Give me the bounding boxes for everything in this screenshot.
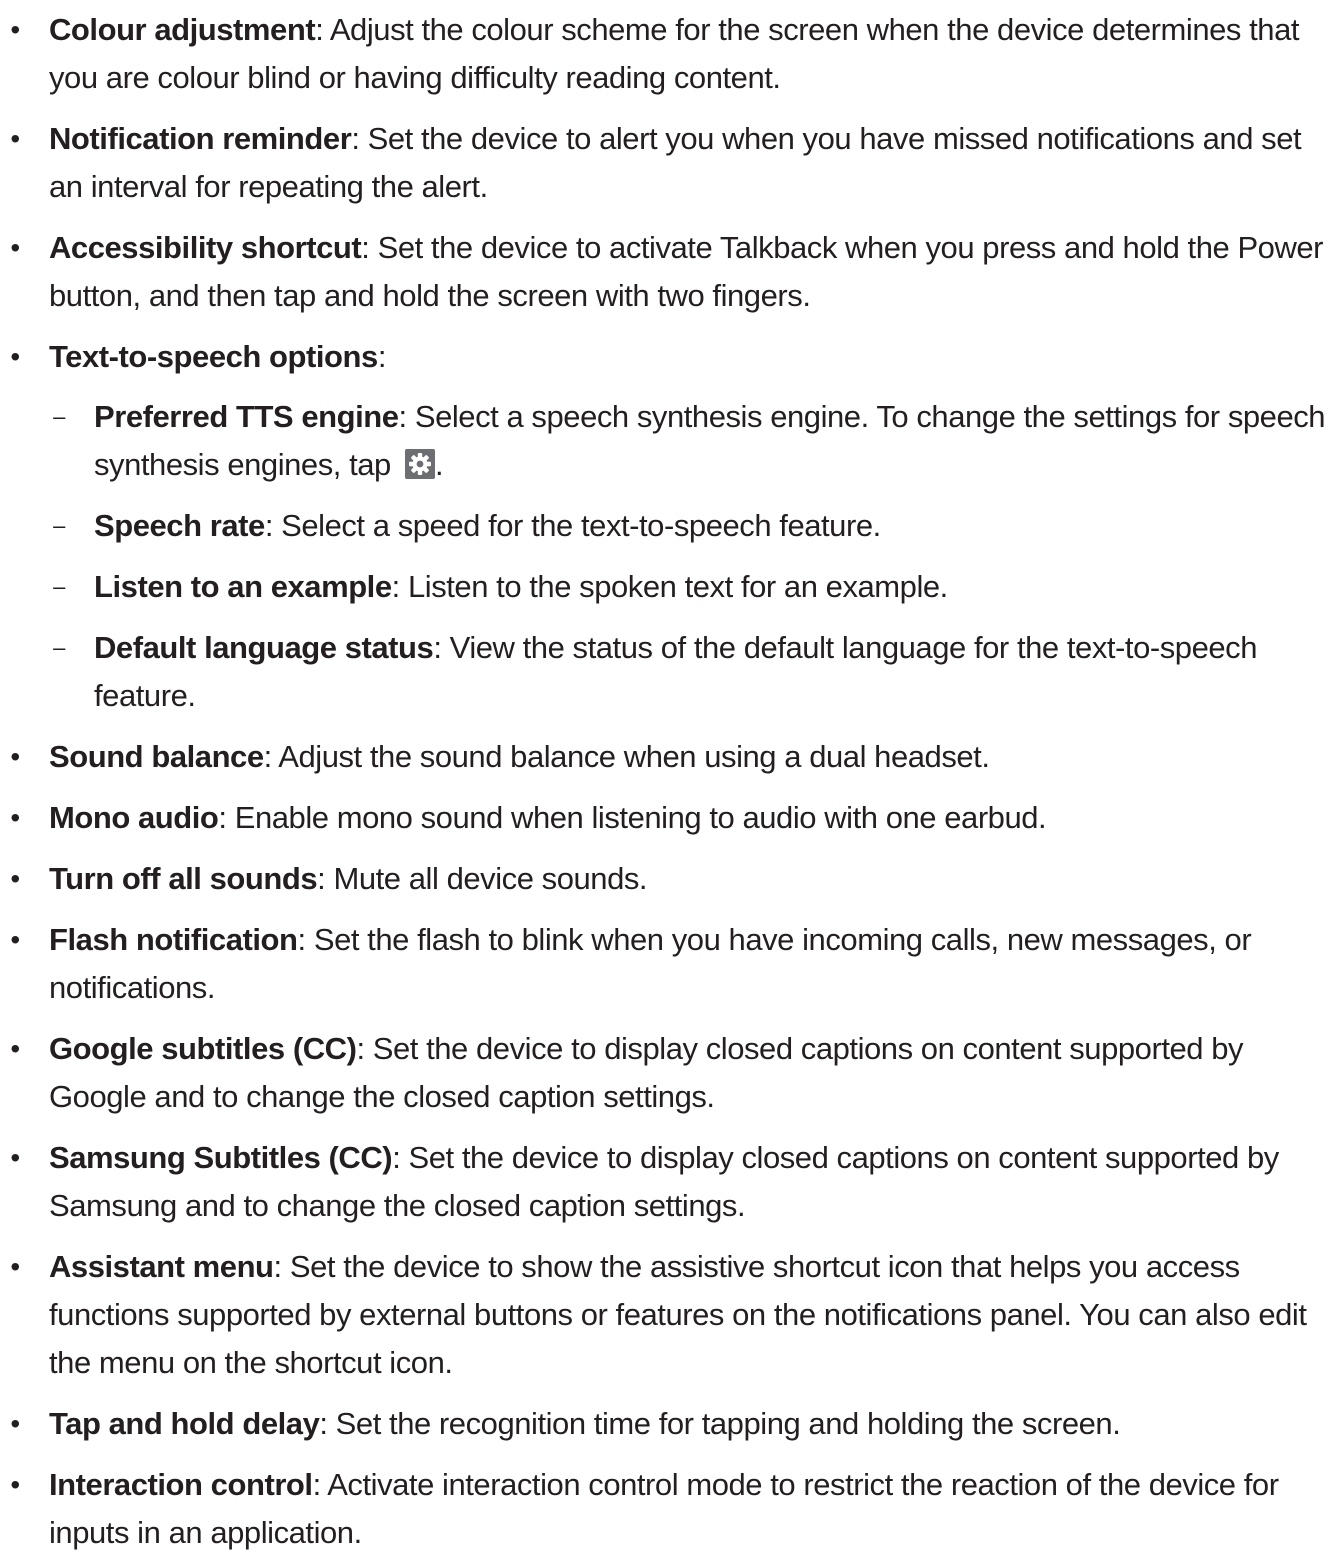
- dash: –: [53, 574, 65, 599]
- list-item-assistant-menu: • Assistant menu: Set the device to show…: [0, 1243, 1336, 1387]
- item-description: : Mute all device sounds.: [317, 861, 648, 896]
- bullet: •: [10, 1469, 20, 1500]
- bullet: •: [10, 1033, 20, 1064]
- list-item-tap-and-hold-delay: • Tap and hold delay: Set the recognitio…: [0, 1400, 1336, 1448]
- item-term: Colour adjustment: [49, 12, 316, 47]
- list-item-notification-reminder: • Notification reminder: Set the device …: [0, 115, 1336, 211]
- bullet: •: [10, 14, 20, 45]
- item-term: Google subtitles (CC): [49, 1031, 357, 1066]
- item-description: : Set the recognition time for tapping a…: [319, 1406, 1121, 1441]
- settings-gear-icon: [405, 445, 436, 479]
- item-term: Sound balance: [49, 739, 264, 774]
- list-item-google-subtitles: • Google subtitles (CC): Set the device …: [0, 1025, 1336, 1121]
- list-item-flash-notification: • Flash notification: Set the flash to b…: [0, 916, 1336, 1012]
- item-term: Tap and hold delay: [49, 1406, 320, 1441]
- item-term: Interaction control: [49, 1467, 313, 1502]
- bullet: •: [10, 741, 20, 772]
- subitem-default-language-status: – Default language status: View the stat…: [49, 624, 1336, 720]
- item-description: : Enable mono sound when listening to au…: [218, 800, 1047, 835]
- list-item-mono-audio: • Mono audio: Enable mono sound when lis…: [0, 794, 1336, 842]
- tts-sublist: – Preferred TTS engine: Select a speech …: [49, 393, 1336, 720]
- item-term: Notification reminder: [49, 121, 352, 156]
- list-item-samsung-subtitles: • Samsung Subtitles (CC): Set the device…: [0, 1134, 1336, 1230]
- item-term: Assistant menu: [49, 1249, 274, 1284]
- item-description: : Adjust the sound balance when using a …: [263, 739, 990, 774]
- subitem-listen-to-an-example: – Listen to an example: Listen to the sp…: [49, 563, 1336, 611]
- subitem-term: Preferred TTS engine: [94, 399, 399, 434]
- item-term: Text-to-speech options: [49, 339, 378, 374]
- bullet: •: [10, 863, 20, 894]
- list-item-interaction-control: • Interaction control: Activate interact…: [0, 1461, 1336, 1557]
- list-item-text-to-speech-options: • Text-to-speech options: – Preferred TT…: [0, 333, 1336, 720]
- item-description: :: [377, 339, 387, 374]
- accessibility-options-list: • Colour adjustment: Adjust the colour s…: [0, 6, 1336, 1557]
- bullet: •: [10, 924, 20, 955]
- bullet: •: [10, 1408, 20, 1439]
- subitem-term: Listen to an example: [94, 569, 392, 604]
- bullet: •: [10, 1142, 20, 1173]
- dash: –: [53, 404, 65, 429]
- subitem-speech-rate: – Speech rate: Select a speed for the te…: [49, 502, 1336, 550]
- bullet: •: [10, 341, 20, 372]
- item-term: Turn off all sounds: [49, 861, 318, 896]
- item-term: Mono audio: [49, 800, 219, 835]
- list-item-accessibility-shortcut: • Accessibility shortcut: Set the device…: [0, 224, 1336, 320]
- list-item-colour-adjustment: • Colour adjustment: Adjust the colour s…: [0, 6, 1336, 102]
- bullet: •: [10, 1251, 20, 1282]
- bullet: •: [10, 232, 20, 263]
- subitem-description: : Select a speed for the text-to-speech …: [264, 508, 881, 543]
- list-item-sound-balance: • Sound balance: Adjust the sound balanc…: [0, 733, 1336, 781]
- subitem-term: Speech rate: [94, 508, 265, 543]
- subitem-term: Default language status: [94, 630, 434, 665]
- subitem-description: : Listen to the spoken text for an examp…: [391, 569, 949, 604]
- bullet: •: [10, 123, 20, 154]
- subitem-description-end: .: [435, 447, 444, 482]
- item-term: Flash notification: [49, 922, 298, 957]
- dash: –: [53, 635, 65, 660]
- document-page: • Colour adjustment: Adjust the colour s…: [0, 0, 1336, 1550]
- item-term: Samsung Subtitles (CC): [49, 1140, 393, 1175]
- item-term: Accessibility shortcut: [49, 230, 362, 265]
- dash: –: [53, 513, 65, 538]
- list-item-turn-off-all-sounds: • Turn off all sounds: Mute all device s…: [0, 855, 1336, 903]
- subitem-preferred-tts-engine: – Preferred TTS engine: Select a speech …: [49, 393, 1336, 489]
- bullet: •: [10, 802, 20, 833]
